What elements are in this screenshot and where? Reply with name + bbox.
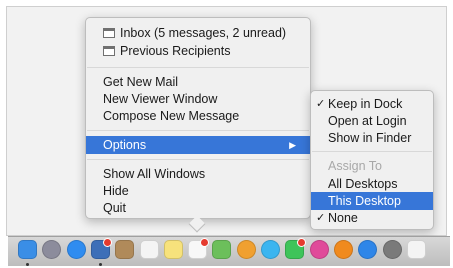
menu-item-get-new-mail[interactable]: Get New Mail — [86, 73, 310, 91]
menu-item-label: Options — [103, 138, 147, 152]
menu-item-previous-recipients-window[interactable]: Previous Recipients — [86, 42, 310, 60]
launchpad-icon[interactable] — [42, 240, 61, 259]
itunes-icon[interactable] — [310, 240, 329, 259]
window-icon — [103, 28, 115, 38]
document-icon[interactable] — [407, 240, 426, 259]
notification-badge — [200, 238, 209, 247]
menu-item-show-all-windows[interactable]: Show All Windows — [86, 165, 310, 183]
messages-icon[interactable] — [261, 240, 280, 259]
contacts-icon[interactable] — [115, 240, 134, 259]
calendar-icon[interactable] — [140, 240, 159, 259]
menu-separator — [312, 151, 432, 152]
menu-item-options[interactable]: Options ▶ — [86, 136, 310, 154]
checkmark-icon: ✓ — [316, 98, 326, 110]
submenu-arrow-icon: ▶ — [289, 140, 296, 150]
maps-icon[interactable] — [212, 240, 231, 259]
dock — [8, 236, 450, 266]
menu-item-label: Keep in Dock — [328, 97, 403, 111]
app-store-icon[interactable] — [358, 240, 377, 259]
menu-item-this-desktop[interactable]: This Desktop — [311, 192, 433, 210]
menu-item-label: None — [328, 211, 358, 225]
notification-badge — [297, 238, 306, 247]
dock-context-menu: Inbox (5 messages, 2 unread) Previous Re… — [85, 17, 311, 219]
menu-item-compose-new-message[interactable]: Compose New Message — [86, 107, 310, 125]
notes-icon[interactable] — [164, 240, 183, 259]
photos-icon[interactable] — [237, 240, 256, 259]
menu-header-assign-to: Assign To — [328, 159, 382, 173]
menu-separator — [87, 67, 309, 68]
menu-item-open-at-login[interactable]: Open at Login — [311, 112, 433, 130]
menu-item-hide[interactable]: Hide — [86, 182, 310, 200]
menu-item-label: Previous Recipients — [120, 44, 231, 58]
options-submenu: ✓ Keep in Dock Open at Login Show in Fin… — [310, 90, 434, 230]
system-preferences-icon[interactable] — [383, 240, 402, 259]
menu-item-none[interactable]: ✓ None — [311, 209, 433, 227]
menu-separator — [87, 159, 309, 160]
menu-item-label: Inbox (5 messages, 2 unread) — [120, 26, 287, 40]
window-icon — [103, 46, 115, 56]
menu-item-keep-in-dock[interactable]: ✓ Keep in Dock — [311, 95, 433, 113]
checkmark-icon: ✓ — [316, 212, 326, 224]
notification-badge — [103, 238, 112, 247]
menu-item-show-in-finder[interactable]: Show in Finder — [311, 129, 433, 147]
menu-item-inbox-window[interactable]: Inbox (5 messages, 2 unread) — [86, 24, 310, 42]
menu-separator — [87, 130, 309, 131]
finder-icon[interactable] — [18, 240, 37, 259]
menu-item-quit[interactable]: Quit — [86, 199, 310, 217]
running-indicator-dot — [26, 263, 29, 266]
menu-item-all-desktops[interactable]: All Desktops — [311, 175, 433, 193]
safari-icon[interactable] — [67, 240, 86, 259]
menu-item-new-viewer-window[interactable]: New Viewer Window — [86, 90, 310, 108]
ibooks-icon[interactable] — [334, 240, 353, 259]
running-indicator-dot — [99, 263, 102, 266]
